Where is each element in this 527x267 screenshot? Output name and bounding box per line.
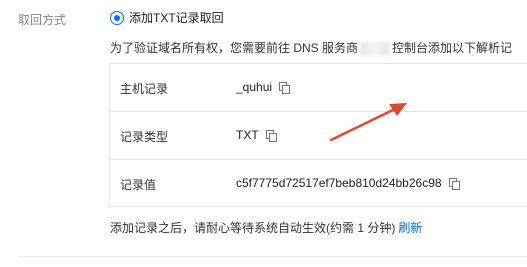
refresh-link[interactable]: 刷新: [398, 221, 422, 235]
copy-icon[interactable]: [265, 129, 277, 142]
radio-checked-icon[interactable]: [110, 10, 124, 25]
footer-text: 添加记录之后，请耐心等待系统自动生效(约需 1 分钟): [110, 221, 396, 235]
verification-hint: 为了验证域名所有权，您需要前往 DNS 服务商 控制台添加以下解析记: [110, 39, 512, 56]
dns-record-table: 主机记录 _quhui 记录类型 TXT 记录值 c5f7775d72517ef…: [109, 63, 527, 207]
txt-verification-panel: 取回方式 添加TXT记录取回 为了验证域名所有权，您需要前往 DNS 服务商 控制…: [0, 0, 527, 267]
hint-text-after: 控制台添加以下解析记: [392, 41, 513, 55]
table-row-value: 记录值 c5f7775d72517ef7beb810d24bb26c98: [110, 160, 527, 208]
section-divider: [18, 256, 527, 257]
record-value-cell: c5f7775d72517ef7beb810d24bb26c98: [236, 176, 460, 190]
table-row-host: 主机记录 _quhui: [110, 64, 527, 112]
record-value-key: 记录值: [120, 178, 157, 192]
record-type-value-cell: TXT: [236, 128, 277, 142]
host-record-key: 主机记录: [120, 82, 169, 96]
record-value: c5f7775d72517ef7beb810d24bb26c98: [236, 176, 442, 190]
txt-record-option[interactable]: 添加TXT记录取回: [110, 9, 224, 26]
retrieval-method-label: 取回方式: [18, 13, 67, 27]
txt-record-option-label: 添加TXT记录取回: [129, 11, 224, 25]
copy-icon[interactable]: [448, 177, 460, 190]
footer-note: 添加记录之后，请耐心等待系统自动生效(约需 1 分钟) 刷新: [110, 219, 422, 236]
host-record-value: _quhui: [236, 80, 273, 94]
host-record-value-cell: _quhui: [236, 80, 291, 94]
hint-text-before: 为了验证域名所有权，您需要前往 DNS 服务商: [110, 41, 359, 55]
redacted-provider-name: [360, 41, 391, 56]
record-type-value: TXT: [236, 128, 259, 142]
copy-icon[interactable]: [279, 81, 291, 94]
table-row-type: 记录类型 TXT: [110, 112, 527, 160]
record-type-key: 记录类型: [120, 130, 169, 144]
